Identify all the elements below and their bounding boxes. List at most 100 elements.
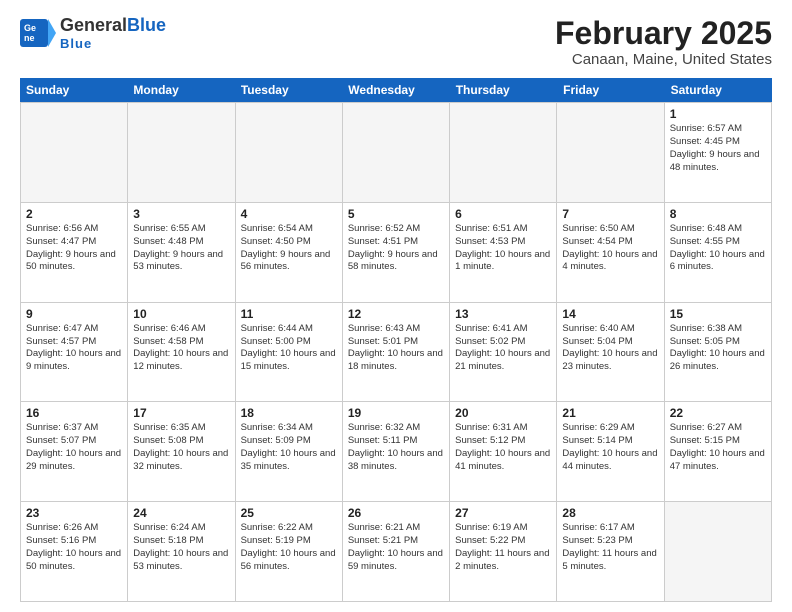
header-friday: Friday [557,78,664,102]
day-number: 19 [348,406,444,420]
day-info: Sunrise: 6:51 AM Sunset: 4:53 PM Dayligh… [455,223,551,274]
cal-cell: 15 Sunrise: 6:38 AM Sunset: 5:05 PM Dayli… [665,303,772,402]
week-row-1: 2Sunrise: 6:56 AM Sunset: 4:47 PM Daylig… [21,203,772,303]
cal-cell: 7 Sunrise: 6:50 AM Sunset: 4:54 PM Daylig… [557,203,664,302]
cal-cell: 28 Sunrise: 6:17 AM Sunset: 5:23 PM Dayli… [557,502,664,601]
logo-general: General [60,15,127,35]
cal-cell [557,103,664,202]
day-number: 16 [26,406,122,420]
location: Canaan, Maine, United States [555,51,772,68]
cal-cell [21,103,128,202]
day-number: 12 [348,307,444,321]
day-number: 8 [670,207,766,221]
cal-cell: 19Sunrise: 6:32 AM Sunset: 5:11 PM Dayli… [343,402,450,501]
day-info: Sunrise: 6:22 AM Sunset: 5:19 PM Dayligh… [241,522,337,573]
header-monday: Monday [127,78,234,102]
calendar-body: 1 Sunrise: 6:57 AM Sunset: 4:45 PM Daylig… [20,102,772,602]
day-info: Sunrise: 6:41 AM Sunset: 5:02 PM Dayligh… [455,323,551,374]
cal-cell: 10 Sunrise: 6:46 AM Sunset: 4:58 PM Dayli… [128,303,235,402]
day-info: Sunrise: 6:19 AM Sunset: 5:22 PM Dayligh… [455,522,551,573]
day-info: Sunrise: 6:57 AM Sunset: 4:45 PM Dayligh… [670,123,766,174]
cal-cell: 14 Sunrise: 6:40 AM Sunset: 5:04 PM Dayli… [557,303,664,402]
day-number: 27 [455,506,551,520]
day-info: Sunrise: 6:34 AM Sunset: 5:09 PM Dayligh… [241,422,337,473]
cal-cell: 13 Sunrise: 6:41 AM Sunset: 5:02 PM Dayli… [450,303,557,402]
day-number: 10 [133,307,229,321]
cal-cell: 20 Sunrise: 6:31 AM Sunset: 5:12 PM Dayli… [450,402,557,501]
cal-cell: 6 Sunrise: 6:51 AM Sunset: 4:53 PM Daylig… [450,203,557,302]
cal-cell [128,103,235,202]
week-row-0: 1 Sunrise: 6:57 AM Sunset: 4:45 PM Daylig… [21,103,772,203]
cal-cell: 1 Sunrise: 6:57 AM Sunset: 4:45 PM Daylig… [665,103,772,202]
cal-cell: 23Sunrise: 6:26 AM Sunset: 5:16 PM Dayli… [21,502,128,601]
week-row-4: 23Sunrise: 6:26 AM Sunset: 5:16 PM Dayli… [21,502,772,602]
day-number: 14 [562,307,658,321]
cal-cell: 21 Sunrise: 6:29 AM Sunset: 5:14 PM Dayli… [557,402,664,501]
day-number: 24 [133,506,229,520]
calendar: Sunday Monday Tuesday Wednesday Thursday… [20,78,772,602]
logo-blue: Blue [127,15,166,35]
day-number: 6 [455,207,551,221]
day-number: 2 [26,207,122,221]
day-number: 25 [241,506,337,520]
cal-cell: 9 Sunrise: 6:47 AM Sunset: 4:57 PM Daylig… [21,303,128,402]
day-info: Sunrise: 6:47 AM Sunset: 4:57 PM Dayligh… [26,323,122,374]
day-number: 15 [670,307,766,321]
svg-text:Ge: Ge [24,23,36,33]
logo-tagline: Blue [60,36,166,51]
day-info: Sunrise: 6:21 AM Sunset: 5:21 PM Dayligh… [348,522,444,573]
day-number: 23 [26,506,122,520]
day-info: Sunrise: 6:24 AM Sunset: 5:18 PM Dayligh… [133,522,229,573]
svg-text:ne: ne [24,33,35,43]
day-info: Sunrise: 6:46 AM Sunset: 4:58 PM Dayligh… [133,323,229,374]
day-number: 21 [562,406,658,420]
cal-cell: 16 Sunrise: 6:37 AM Sunset: 5:07 PM Dayli… [21,402,128,501]
day-number: 28 [562,506,658,520]
day-number: 3 [133,207,229,221]
day-info: Sunrise: 6:35 AM Sunset: 5:08 PM Dayligh… [133,422,229,473]
day-number: 7 [562,207,658,221]
cal-cell: 12 Sunrise: 6:43 AM Sunset: 5:01 PM Dayli… [343,303,450,402]
day-info: Sunrise: 6:55 AM Sunset: 4:48 PM Dayligh… [133,223,229,274]
day-info: Sunrise: 6:29 AM Sunset: 5:14 PM Dayligh… [562,422,658,473]
cal-cell [665,502,772,601]
cal-cell: 26Sunrise: 6:21 AM Sunset: 5:21 PM Dayli… [343,502,450,601]
header-saturday: Saturday [665,78,772,102]
cal-cell: 4Sunrise: 6:54 AM Sunset: 4:50 PM Daylig… [236,203,343,302]
cal-cell: 8 Sunrise: 6:48 AM Sunset: 4:55 PM Daylig… [665,203,772,302]
title-block: February 2025 Canaan, Maine, United Stat… [555,16,772,68]
cal-cell [450,103,557,202]
day-info: Sunrise: 6:52 AM Sunset: 4:51 PM Dayligh… [348,223,444,274]
logo-icon: Ge ne [20,19,56,47]
day-info: Sunrise: 6:50 AM Sunset: 4:54 PM Dayligh… [562,223,658,274]
day-number: 5 [348,207,444,221]
week-row-3: 16 Sunrise: 6:37 AM Sunset: 5:07 PM Dayli… [21,402,772,502]
day-number: 9 [26,307,122,321]
day-info: Sunrise: 6:31 AM Sunset: 5:12 PM Dayligh… [455,422,551,473]
cal-cell [343,103,450,202]
cal-cell: 3 Sunrise: 6:55 AM Sunset: 4:48 PM Daylig… [128,203,235,302]
day-number: 20 [455,406,551,420]
month-title: February 2025 [555,16,772,51]
cal-cell [236,103,343,202]
day-info: Sunrise: 6:37 AM Sunset: 5:07 PM Dayligh… [26,422,122,473]
day-info: Sunrise: 6:43 AM Sunset: 5:01 PM Dayligh… [348,323,444,374]
day-info: Sunrise: 6:54 AM Sunset: 4:50 PM Dayligh… [241,223,337,274]
day-info: Sunrise: 6:48 AM Sunset: 4:55 PM Dayligh… [670,223,766,274]
calendar-header: Sunday Monday Tuesday Wednesday Thursday… [20,78,772,102]
day-number: 18 [241,406,337,420]
day-number: 11 [241,307,337,321]
day-number: 13 [455,307,551,321]
day-number: 1 [670,107,766,121]
cal-cell: 24 Sunrise: 6:24 AM Sunset: 5:18 PM Dayli… [128,502,235,601]
day-number: 17 [133,406,229,420]
day-info: Sunrise: 6:27 AM Sunset: 5:15 PM Dayligh… [670,422,766,473]
page: Ge ne GeneralBlue Blue February 2025 Can… [0,0,792,612]
logo: Ge ne GeneralBlue Blue [20,16,166,51]
day-info: Sunrise: 6:17 AM Sunset: 5:23 PM Dayligh… [562,522,658,573]
day-number: 22 [670,406,766,420]
week-row-2: 9 Sunrise: 6:47 AM Sunset: 4:57 PM Daylig… [21,303,772,403]
cal-cell: 25 Sunrise: 6:22 AM Sunset: 5:19 PM Dayli… [236,502,343,601]
day-info: Sunrise: 6:38 AM Sunset: 5:05 PM Dayligh… [670,323,766,374]
day-info: Sunrise: 6:40 AM Sunset: 5:04 PM Dayligh… [562,323,658,374]
